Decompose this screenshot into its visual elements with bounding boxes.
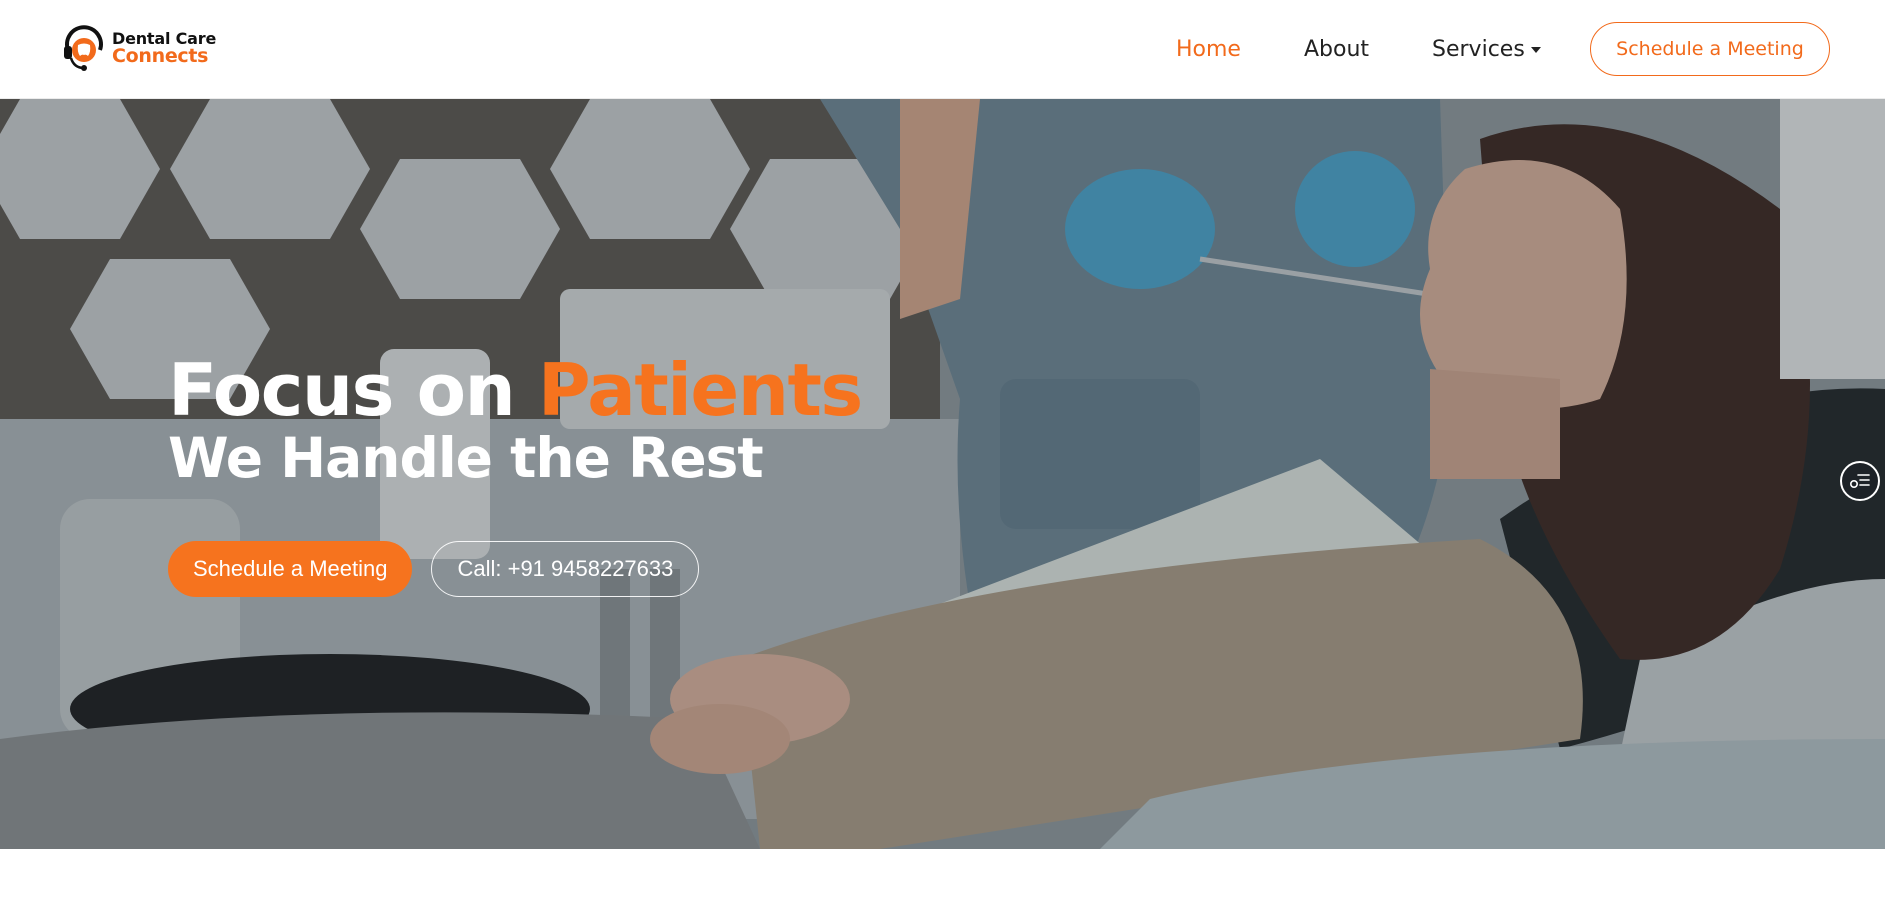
site-header: Dental Care Connects Home About Services… [0, 0, 1885, 99]
hero-actions: Schedule a Meeting Call: +91 9458227633 [168, 541, 862, 597]
hero-subtitle: We Handle the Rest [168, 426, 764, 490]
hero-content: Focus on Patients We Handle the Rest Sch… [168, 353, 863, 597]
nav-services-label: Services [1432, 37, 1525, 62]
nav-home-link[interactable]: Home [1176, 37, 1241, 62]
header-schedule-meeting-button[interactable]: Schedule a Meeting [1590, 22, 1830, 76]
hero-call-button[interactable]: Call: +91 9458227633 [431, 541, 700, 597]
tooth-headset-logo-icon [60, 24, 108, 72]
nav-about-link[interactable]: About [1304, 37, 1369, 62]
hero-title: Focus on Patients [168, 353, 863, 427]
hero-schedule-meeting-button[interactable]: Schedule a Meeting [168, 541, 413, 597]
hero-section: Focus on Patients We Handle the Rest Sch… [0, 99, 1885, 849]
hero-title-highlight: Patients [537, 348, 863, 432]
accessibility-menu-icon[interactable] [1840, 461, 1880, 501]
hero-title-part1: Focus on [168, 348, 516, 432]
nav-services-dropdown[interactable]: Services [1432, 37, 1541, 62]
page-content-start [0, 849, 1885, 909]
brand-name-line2: Connects [112, 44, 209, 67]
main-nav: Home About Services [1176, 0, 1604, 99]
caret-down-icon [1530, 46, 1541, 53]
brand-logo[interactable]: Dental Care Connects [60, 24, 216, 72]
